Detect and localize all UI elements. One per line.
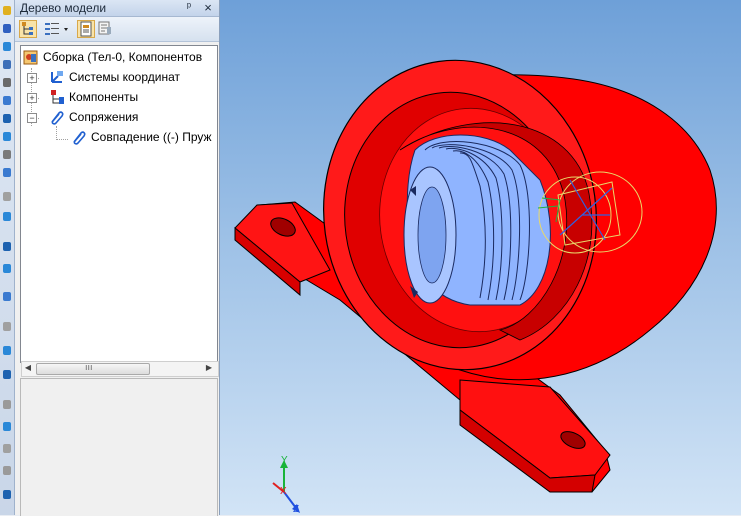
3d-viewport[interactable]: Y X Z xyxy=(220,0,741,515)
scroll-right-arrow[interactable]: ▶ xyxy=(203,362,215,374)
tool-icon[interactable] xyxy=(1,442,13,456)
tree-structure-icon xyxy=(22,22,33,35)
tree-item-coordinate-systems[interactable]: + Системы координат xyxy=(23,69,217,87)
tool-icon[interactable] xyxy=(1,488,13,502)
panel-title: Дерево модели xyxy=(20,1,107,15)
tool-icon[interactable] xyxy=(1,420,13,434)
vertical-toolbar xyxy=(0,0,15,515)
tree-connector xyxy=(56,126,57,140)
tool-icon[interactable] xyxy=(1,4,13,18)
tree-root-label: Сборка (Тел-0, Компонентов xyxy=(43,50,203,64)
tree-item-label: Совпадение ((-) Пруж xyxy=(91,130,212,144)
tool-icon[interactable] xyxy=(1,94,13,108)
close-button[interactable]: × xyxy=(201,1,215,14)
tool-icon[interactable] xyxy=(1,398,13,412)
components-icon xyxy=(51,90,64,104)
tool-icon[interactable] xyxy=(1,40,13,54)
collapse-toggle[interactable]: − xyxy=(27,113,37,123)
spring-end-inner xyxy=(417,186,447,284)
model-tree-panel: Дерево модели ᵖ × Сборка (Тел-0, Компоне… xyxy=(15,0,220,516)
tool-icon[interactable] xyxy=(1,240,13,254)
list-mode-icon xyxy=(45,23,68,35)
tree-view-button[interactable] xyxy=(19,20,37,38)
tool-icon[interactable] xyxy=(1,76,13,90)
tool-icon[interactable] xyxy=(1,112,13,126)
mates-icon xyxy=(51,111,64,125)
3d-model xyxy=(234,59,717,513)
tree-mode-dropdown[interactable] xyxy=(43,20,71,38)
tool-icon[interactable] xyxy=(1,290,13,304)
tree-item-mates[interactable]: − Сопряжения xyxy=(23,109,217,127)
model-tree: Сборка (Тел-0, Компонентов + Системы коо… xyxy=(20,45,218,363)
tree-item-label: Компоненты xyxy=(69,90,139,104)
scrollbar-grip: ııı xyxy=(85,362,93,372)
tree-item-coincident-mate[interactable]: Совпадение ((-) Пруж xyxy=(67,129,217,147)
tree-item-label: Системы координат xyxy=(69,70,180,84)
tool-icon[interactable] xyxy=(1,320,13,334)
tool-icon[interactable] xyxy=(1,190,13,204)
tool-icon[interactable] xyxy=(1,58,13,72)
tool-icon[interactable] xyxy=(1,210,13,224)
properties-button[interactable] xyxy=(97,20,115,38)
tool-icon[interactable] xyxy=(1,130,13,144)
assembly-icon xyxy=(23,50,38,65)
tool-icon[interactable] xyxy=(1,166,13,180)
x-axis-label: X xyxy=(280,486,287,497)
tree-item-label: Сопряжения xyxy=(69,110,139,124)
tool-icon[interactable] xyxy=(1,464,13,478)
document-view-button[interactable] xyxy=(77,20,95,38)
expand-toggle[interactable]: + xyxy=(27,73,37,83)
mate-coincident-icon xyxy=(73,131,86,145)
properties-area xyxy=(20,378,218,516)
tree-root-item[interactable]: Сборка (Тел-0, Компонентов xyxy=(23,49,217,67)
pin-button[interactable]: ᵖ xyxy=(182,1,196,14)
scroll-left-arrow[interactable]: ◀ xyxy=(22,362,34,374)
tool-icon[interactable] xyxy=(1,148,13,162)
tool-icon[interactable] xyxy=(1,262,13,276)
tree-toolbar xyxy=(15,17,219,42)
coordinate-systems-icon xyxy=(51,71,63,83)
tool-icon[interactable] xyxy=(1,368,13,382)
tree-horizontal-scrollbar[interactable]: ◀ ııı ▶ xyxy=(21,361,219,377)
tool-icon[interactable] xyxy=(1,344,13,358)
expand-toggle[interactable]: + xyxy=(27,93,37,103)
tool-icon[interactable] xyxy=(1,22,13,36)
y-axis-label: Y xyxy=(281,455,288,466)
properties-icon xyxy=(98,21,111,35)
tree-item-components[interactable]: + Компоненты xyxy=(23,89,217,107)
document-icon xyxy=(80,21,92,37)
panel-titlebar: Дерево модели ᵖ × xyxy=(15,0,219,17)
z-axis-label: Z xyxy=(293,504,300,515)
scrollbar-thumb[interactable]: ııı xyxy=(36,362,150,375)
